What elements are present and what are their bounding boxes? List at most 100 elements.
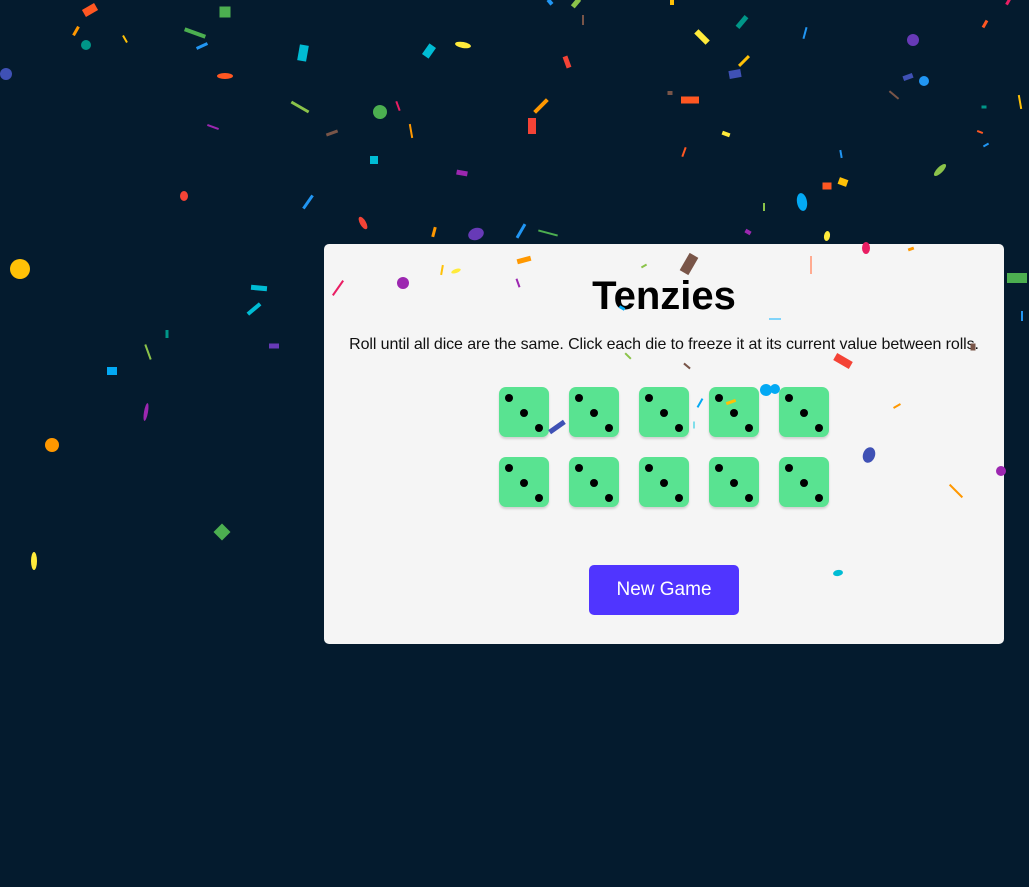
confetti-piece — [408, 123, 414, 139]
die-pip — [505, 394, 513, 402]
confetti-piece — [735, 15, 749, 29]
confetti-piece — [269, 343, 279, 349]
confetti-piece — [180, 191, 188, 201]
confetti-piece — [933, 163, 947, 177]
instructions-text: Roll until all dice are the same. Click … — [349, 336, 979, 353]
die-pip — [815, 424, 823, 432]
confetti-piece — [1007, 273, 1027, 283]
die-pip — [505, 464, 513, 472]
new-game-button[interactable]: New Game — [589, 565, 739, 615]
confetti-piece — [528, 118, 536, 134]
confetti-piece — [538, 229, 558, 237]
die-pip — [590, 409, 598, 417]
die-7[interactable] — [569, 457, 619, 507]
die-pip — [715, 394, 723, 402]
die-pip — [730, 409, 738, 417]
confetti-piece — [45, 438, 59, 452]
confetti-piece — [395, 100, 401, 112]
confetti-piece — [165, 330, 169, 338]
confetti-piece — [839, 149, 843, 159]
confetti-piece — [515, 223, 527, 239]
confetti-piece — [468, 227, 484, 241]
die-pip — [605, 424, 613, 432]
confetti-piece — [250, 284, 268, 292]
die-pip — [605, 494, 613, 502]
confetti-piece — [902, 72, 914, 82]
confetti-piece — [823, 231, 831, 241]
die-4[interactable] — [709, 387, 759, 437]
confetti-piece — [1021, 311, 1023, 321]
confetti-piece — [195, 42, 209, 50]
die-8[interactable] — [639, 457, 689, 507]
confetti-piece — [455, 41, 471, 49]
confetti-piece — [373, 105, 387, 119]
confetti-piece — [122, 35, 128, 43]
confetti-piece — [533, 98, 549, 114]
die-1[interactable] — [499, 387, 549, 437]
die-pip — [520, 479, 528, 487]
confetti-piece — [562, 55, 572, 69]
confetti-piece — [667, 91, 673, 95]
confetti-piece — [72, 25, 80, 37]
confetti-piece — [981, 105, 987, 109]
confetti-piece — [919, 76, 929, 86]
die-2[interactable] — [569, 387, 619, 437]
die-pip — [745, 424, 753, 432]
confetti-piece — [144, 344, 152, 360]
page-title: Tenzies — [592, 274, 736, 318]
confetti-piece — [681, 146, 687, 158]
die-pip — [730, 479, 738, 487]
die-9[interactable] — [709, 457, 759, 507]
confetti-piece — [822, 182, 832, 190]
confetti-piece — [213, 523, 231, 541]
die-pip — [815, 494, 823, 502]
confetti-piece — [302, 194, 314, 210]
confetti-piece — [582, 15, 584, 25]
dice-grid — [499, 387, 829, 507]
confetti-piece — [290, 100, 310, 114]
confetti-piece — [728, 69, 742, 79]
die-pip — [715, 464, 723, 472]
confetti-piece — [217, 73, 233, 79]
confetti-piece — [207, 124, 219, 130]
die-pip — [800, 409, 808, 417]
confetti-piece — [1017, 94, 1023, 110]
confetti-piece — [370, 156, 378, 164]
confetti-piece — [10, 259, 30, 279]
confetti-piece — [982, 142, 990, 148]
die-pip — [785, 464, 793, 472]
confetti-piece — [81, 40, 91, 50]
die-pip — [785, 394, 793, 402]
confetti-piece — [431, 226, 437, 238]
confetti-piece — [1005, 0, 1011, 6]
die-5[interactable] — [779, 387, 829, 437]
confetti-piece — [737, 54, 751, 68]
die-pip — [535, 424, 543, 432]
confetti-piece — [763, 203, 765, 211]
confetti-piece — [107, 367, 117, 375]
confetti-piece — [976, 130, 984, 134]
confetti-piece — [81, 3, 99, 17]
die-6[interactable] — [499, 457, 549, 507]
confetti-piece — [721, 130, 731, 138]
confetti-piece — [325, 129, 339, 137]
die-pip — [520, 409, 528, 417]
confetti-piece — [681, 96, 699, 104]
confetti-piece — [219, 6, 231, 18]
confetti-piece — [297, 44, 309, 62]
die-pip — [800, 479, 808, 487]
confetti-piece — [981, 19, 989, 29]
confetti-piece — [744, 228, 752, 236]
die-pip — [575, 394, 583, 402]
confetti-piece — [907, 34, 919, 46]
confetti-piece — [796, 193, 808, 211]
die-pip — [535, 494, 543, 502]
die-pip — [675, 494, 683, 502]
confetti-piece — [183, 27, 207, 39]
die-pip — [590, 479, 598, 487]
die-3[interactable] — [639, 387, 689, 437]
confetti-piece — [570, 0, 582, 9]
die-10[interactable] — [779, 457, 829, 507]
app-background: Tenzies Roll until all dice are the same… — [0, 0, 1029, 887]
confetti-piece — [358, 216, 368, 230]
